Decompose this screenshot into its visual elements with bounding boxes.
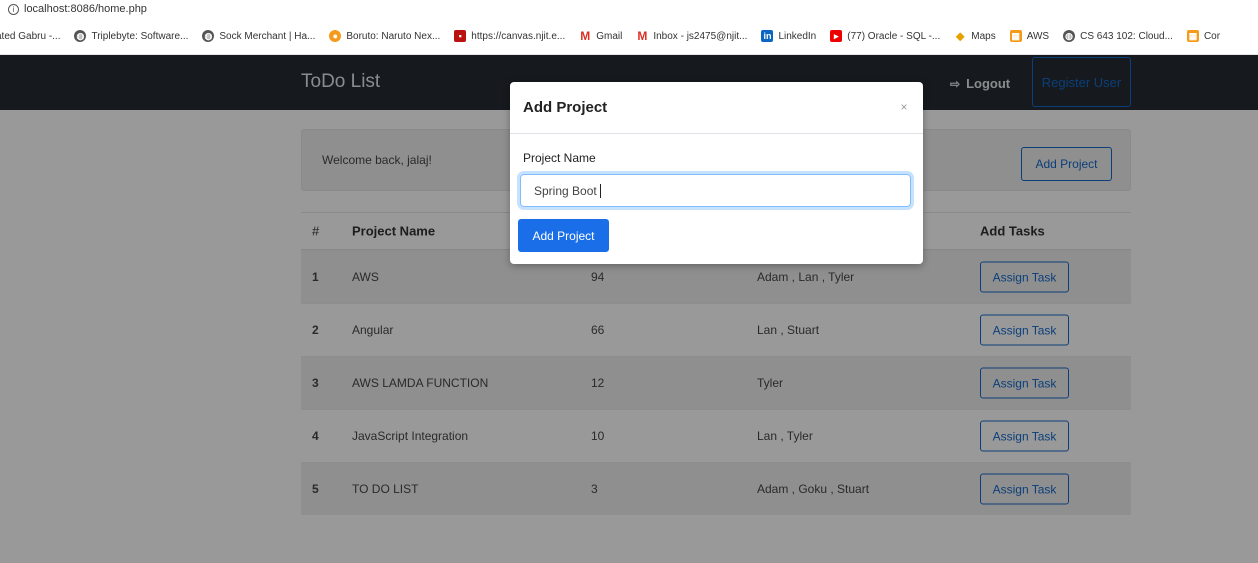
bookmark-item[interactable]: ⬥ Maps bbox=[954, 28, 996, 43]
bookmark-item[interactable]: ated Gabru -... bbox=[0, 31, 60, 42]
project-name-label: Project Name bbox=[523, 151, 596, 165]
row-members: Lan , Tyler bbox=[757, 429, 813, 443]
table-row: 5 TO DO LIST 3 Adam , Goku , Stuart Assi… bbox=[301, 462, 1131, 515]
brand[interactable]: ToDo List bbox=[301, 71, 380, 93]
row-number: 5 bbox=[312, 482, 319, 496]
header-add-tasks: Add Tasks bbox=[980, 223, 1045, 239]
bookmark-item[interactable]: ◍ Sock Merchant | Ha... bbox=[202, 30, 315, 42]
assign-task-button[interactable]: Assign Task bbox=[980, 314, 1069, 346]
bookmark-label: https://canvas.njit.e... bbox=[471, 30, 566, 42]
aws-icon: ▦ bbox=[1009, 30, 1022, 42]
bookmark-item[interactable]: M Inbox - js2475@njit... bbox=[636, 29, 748, 43]
bookmark-label: Inbox - js2475@njit... bbox=[653, 30, 748, 42]
assign-task-button[interactable]: Assign Task bbox=[980, 367, 1069, 399]
bookmark-item[interactable]: M Gmail bbox=[579, 29, 623, 43]
bookmark-label: AWS bbox=[1026, 30, 1050, 42]
row-project-name: AWS LAMDA FUNCTION bbox=[352, 376, 489, 390]
row-count: 3 bbox=[591, 482, 598, 496]
add-project-modal: Add Project × Project Name Spring Boot A… bbox=[510, 82, 923, 264]
info-icon[interactable]: i bbox=[8, 3, 19, 15]
row-project-name: AWS bbox=[352, 270, 379, 284]
row-members: Lan , Stuart bbox=[757, 323, 820, 337]
linkedin-icon: in bbox=[761, 30, 774, 42]
add-project-button[interactable]: Add Project bbox=[1021, 147, 1112, 181]
bookmarks-bar: ated Gabru -... ◍ Triplebyte: Software...… bbox=[0, 18, 1258, 55]
bookmark-item[interactable]: ◍ Triplebyte: Software... bbox=[74, 30, 188, 42]
sign-out-icon: ⇨ bbox=[950, 76, 961, 91]
url-text[interactable]: localhost:8086/home.php bbox=[24, 3, 147, 15]
row-number: 4 bbox=[312, 429, 319, 443]
canvas-icon: ▪ bbox=[454, 30, 467, 42]
close-icon[interactable]: × bbox=[897, 100, 911, 114]
assign-task-button[interactable]: Assign Task bbox=[980, 473, 1069, 505]
aws-icon: ▦ bbox=[1186, 30, 1199, 42]
bookmark-item[interactable]: in LinkedIn bbox=[761, 30, 816, 42]
row-members: Tyler bbox=[757, 376, 784, 390]
address-bar[interactable]: i localhost:8086/home.php bbox=[0, 0, 1258, 18]
modal-header: Add Project × bbox=[510, 82, 923, 134]
assign-task-button[interactable]: Assign Task bbox=[980, 261, 1069, 293]
gmail-icon: M bbox=[637, 29, 648, 43]
row-number: 3 bbox=[312, 376, 319, 390]
globe-icon: ◍ bbox=[1063, 30, 1076, 42]
boruto-icon: ● bbox=[329, 30, 342, 42]
logout-link[interactable]: ⇨ Logout bbox=[950, 76, 1010, 91]
submit-add-project-button[interactable]: Add Project bbox=[518, 219, 609, 252]
row-count: 94 bbox=[591, 270, 605, 284]
bookmark-label: Gmail bbox=[596, 30, 623, 42]
project-name-input[interactable]: Spring Boot bbox=[520, 174, 911, 207]
row-project-name: Angular bbox=[352, 323, 394, 337]
globe-icon: ◍ bbox=[202, 30, 215, 42]
input-value: Spring Boot bbox=[534, 183, 597, 198]
bookmark-label: CS 643 102: Cloud... bbox=[1080, 30, 1173, 42]
bookmark-item[interactable]: ▸ (77) Oracle - SQL -... bbox=[830, 30, 940, 42]
bookmark-item[interactable]: ▦ AWS bbox=[1009, 30, 1050, 42]
bookmark-item[interactable]: ◍ CS 643 102: Cloud... bbox=[1063, 30, 1173, 42]
maps-icon: ⬥ bbox=[956, 28, 965, 43]
row-project-name: TO DO LIST bbox=[352, 482, 419, 496]
gmail-icon: M bbox=[580, 29, 591, 43]
welcome-message: Welcome back, jalaj! bbox=[322, 153, 432, 167]
row-count: 12 bbox=[591, 376, 605, 390]
header-number: # bbox=[312, 223, 320, 239]
bookmark-label: Maps bbox=[971, 30, 996, 42]
row-members: Adam , Goku , Stuart bbox=[757, 482, 870, 496]
bookmark-label: Cor bbox=[1203, 30, 1221, 42]
row-number: 2 bbox=[312, 323, 319, 337]
youtube-icon: ▸ bbox=[830, 30, 843, 42]
row-count: 10 bbox=[591, 429, 605, 443]
row-project-name: JavaScript Integration bbox=[352, 429, 469, 443]
assign-task-button[interactable]: Assign Task bbox=[980, 420, 1069, 452]
bookmark-label: Triplebyte: Software... bbox=[91, 30, 189, 42]
table-row: 3 AWS LAMDA FUNCTION 12 Tyler Assign Tas… bbox=[301, 356, 1131, 409]
table-row: 2 Angular 66 Lan , Stuart Assign Task bbox=[301, 303, 1131, 356]
row-number: 1 bbox=[312, 270, 319, 284]
bookmark-label: LinkedIn bbox=[778, 30, 817, 42]
text-caret bbox=[599, 183, 601, 198]
bookmark-item[interactable]: ● Boruto: Naruto Nex... bbox=[329, 30, 440, 42]
bookmark-item[interactable]: ▪ https://canvas.njit.e... bbox=[454, 30, 565, 42]
register-user-button[interactable]: Register User bbox=[1032, 57, 1131, 107]
bookmark-label: (77) Oracle - SQL -... bbox=[847, 30, 941, 42]
globe-icon: ◍ bbox=[74, 30, 87, 42]
bookmark-label: Boruto: Naruto Nex... bbox=[346, 30, 441, 42]
row-count: 66 bbox=[591, 323, 605, 337]
bookmark-item[interactable]: ▦ Cor bbox=[1186, 30, 1221, 42]
header-project-name: Project Name bbox=[352, 223, 436, 239]
row-members: Adam , Lan , Tyler bbox=[757, 270, 855, 284]
bookmark-label: Sock Merchant | Ha... bbox=[219, 30, 316, 42]
bookmark-label: ated Gabru -... bbox=[0, 30, 61, 42]
logout-label: Logout bbox=[966, 76, 1011, 91]
table-row: 4 JavaScript Integration 10 Lan , Tyler … bbox=[301, 409, 1131, 462]
modal-title: Add Project bbox=[523, 99, 608, 116]
